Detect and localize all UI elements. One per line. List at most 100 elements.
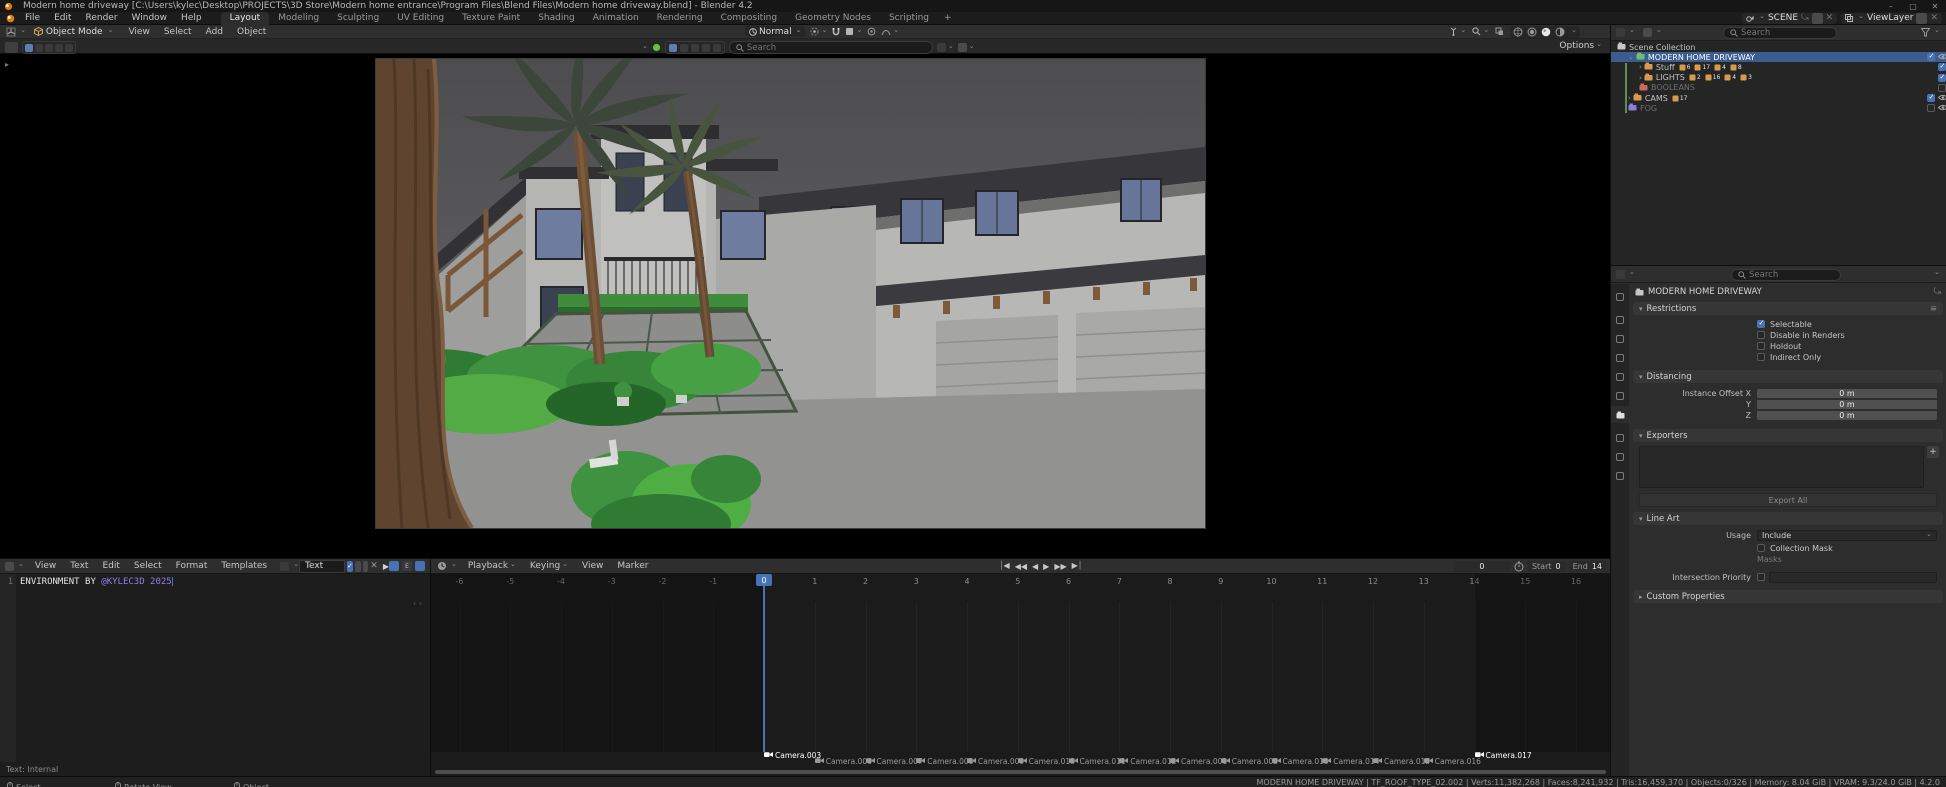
panel-line-art-header[interactable]: ▾Line Art: [1633, 512, 1943, 525]
toolbar-expand-arrow[interactable]: ▸: [5, 60, 9, 69]
camera-marker[interactable]: Camera.006: [815, 757, 872, 766]
exporters-list[interactable]: [1639, 446, 1924, 488]
tab-modeling[interactable]: Modeling: [269, 12, 328, 25]
outliner-row[interactable]: BOOLEANS: [1611, 83, 1946, 93]
tab-sculpting[interactable]: Sculpting: [328, 12, 388, 25]
tab-layout[interactable]: Layout: [221, 12, 270, 25]
properties-tab-modifiers[interactable]: [1611, 448, 1629, 465]
text-menu-select[interactable]: Select: [127, 561, 169, 571]
unlink-scene-icon[interactable]: ✕: [1826, 13, 1834, 23]
panel-exporters-header[interactable]: ▾Exporters: [1633, 429, 1943, 442]
options-dropdown[interactable]: Options: [1559, 41, 1602, 51]
filter-icon[interactable]: [691, 44, 699, 52]
tool-option-icon[interactable]: [45, 44, 53, 52]
outliner-row[interactable]: ⌄MODERN HOME DRIVEWAY: [1611, 52, 1946, 62]
line-numbers-toggle[interactable]: [389, 561, 399, 571]
outliner-row[interactable]: ›CAMS17: [1611, 93, 1946, 103]
expand-icon[interactable]: ›: [1639, 63, 1642, 71]
instance-offset-field[interactable]: 0 m: [1757, 411, 1937, 420]
text-datablock-dropdown[interactable]: [280, 561, 299, 571]
text-menu-templates[interactable]: Templates: [214, 561, 274, 571]
editor-type-button[interactable]: [437, 561, 457, 571]
instance-offset-field[interactable]: 0 m: [1757, 389, 1937, 398]
tool-option-icon[interactable]: [65, 44, 73, 52]
timeline-menu-playback[interactable]: Playback: [461, 561, 523, 571]
export-all-button[interactable]: Export All: [1639, 493, 1937, 507]
camera-marker[interactable]: Camera.012: [1119, 757, 1176, 766]
add-workspace-button[interactable]: +: [938, 13, 958, 23]
panel-restrictions-header[interactable]: ▾Restrictions≡: [1633, 302, 1943, 315]
end-frame-field[interactable]: End14: [1569, 561, 1606, 572]
expand-icon[interactable]: ›: [1639, 74, 1642, 82]
panel-menu-icon[interactable]: ≡: [1930, 304, 1937, 314]
tool-option-icon[interactable]: [55, 44, 63, 52]
view-layer-selector[interactable]: ViewLayer ✕: [1841, 13, 1942, 24]
hide-in-viewport-icon[interactable]: [1938, 53, 1946, 62]
shading-rendered-button[interactable]: [1555, 27, 1565, 37]
camera-marker[interactable]: Camera.003: [764, 751, 821, 760]
menu-window[interactable]: Window: [125, 13, 175, 23]
outliner-row[interactable]: ›LIGHTS21643: [1611, 73, 1946, 83]
filter-dropdown-icon[interactable]: [640, 43, 648, 53]
viewport-menu-add[interactable]: Add: [199, 27, 230, 37]
hide-in-viewport-icon[interactable]: [1938, 104, 1946, 113]
tab-scripting[interactable]: Scripting: [880, 12, 938, 25]
filter-icon[interactable]: [713, 44, 721, 52]
camera-marker[interactable]: Camera.014: [1322, 757, 1379, 766]
selectable-checkbox[interactable]: [1757, 320, 1765, 328]
scroll-indicator[interactable]: ‹ ›: [413, 599, 422, 608]
start-frame-field[interactable]: Start0: [1528, 561, 1565, 572]
text-menu-edit[interactable]: Edit: [95, 561, 126, 571]
collection-exclude-checkbox[interactable]: [1927, 104, 1935, 112]
collection-exclude-checkbox[interactable]: [1927, 94, 1935, 102]
jump-to-end-button[interactable]: ▶⏐: [1072, 561, 1083, 571]
code-line[interactable]: ENVIRONMENT BY @KYLEC3D 2025: [20, 577, 173, 587]
show-gizmo-dropdown[interactable]: [1449, 27, 1466, 37]
play-reverse-button[interactable]: ◀: [1032, 562, 1038, 571]
mode-selector[interactable]: Object Mode: [34, 27, 114, 37]
viewport-menu-view[interactable]: View: [121, 27, 156, 37]
active-tool-button[interactable]: [5, 42, 18, 53]
camera-marker[interactable]: Camera.008: [916, 757, 973, 766]
tab-uv-editing[interactable]: UV Editing: [388, 12, 453, 25]
tab-geometry-nodes[interactable]: Geometry Nodes: [786, 12, 880, 25]
overlays-popover[interactable]: [958, 43, 975, 53]
text-menu-format[interactable]: Format: [169, 561, 215, 571]
overlays-dropdown[interactable]: [1472, 27, 1489, 37]
indirect-only-checkbox[interactable]: [1757, 353, 1765, 361]
collapse-icon[interactable]: ⌄: [1628, 53, 1634, 61]
timeline-menu-marker[interactable]: Marker: [610, 561, 655, 571]
disable-in-renders-checkbox[interactable]: [1757, 331, 1765, 339]
playhead[interactable]: [763, 574, 765, 752]
properties-options-dropdown[interactable]: [1932, 269, 1940, 279]
playhead-frame-badge[interactable]: 0: [756, 574, 772, 586]
text-name-field[interactable]: Text: [299, 560, 345, 573]
menu-help[interactable]: Help: [174, 13, 209, 23]
collection-exclude-checkbox[interactable]: [1938, 74, 1946, 82]
properties-tab-render[interactable]: [1611, 311, 1629, 328]
xray-toggle[interactable]: [1495, 27, 1504, 36]
remove-view-layer-icon[interactable]: ✕: [1930, 13, 1938, 23]
new-collection-button[interactable]: [1643, 27, 1662, 37]
jump-to-start-button[interactable]: ⏐◀: [999, 561, 1010, 571]
camera-marker[interactable]: Camera.016: [1424, 757, 1481, 766]
properties-tab-object[interactable]: [1611, 429, 1629, 446]
pin-icon[interactable]: ⤿: [1801, 13, 1809, 23]
new-text-button[interactable]: [355, 561, 361, 572]
camera-marker[interactable]: Camera.017: [1475, 751, 1532, 760]
camera-marker[interactable]: Camera.001: [1170, 757, 1227, 766]
outliner-row[interactable]: FOG: [1611, 103, 1946, 113]
timeline-scrollbar[interactable]: [435, 770, 1606, 774]
viewport-menu-object[interactable]: Object: [230, 27, 273, 37]
filter-icon[interactable]: [680, 44, 688, 52]
camera-marker[interactable]: Camera.013: [1272, 757, 1329, 766]
filter-icon[interactable]: [669, 44, 677, 52]
camera-marker[interactable]: Camera.010: [1018, 757, 1075, 766]
unlink-text-button[interactable]: ✕: [370, 561, 378, 571]
camera-marker[interactable]: Camera.009: [967, 757, 1024, 766]
next-keyframe-button[interactable]: ▶▶: [1054, 562, 1066, 571]
tab-texture-paint[interactable]: Texture Paint: [453, 12, 529, 25]
auto-keying-toggle[interactable]: [1514, 561, 1524, 572]
collection-exclude-checkbox[interactable]: [1938, 63, 1946, 71]
outliner-display-mode-dropdown[interactable]: [1616, 27, 1635, 37]
